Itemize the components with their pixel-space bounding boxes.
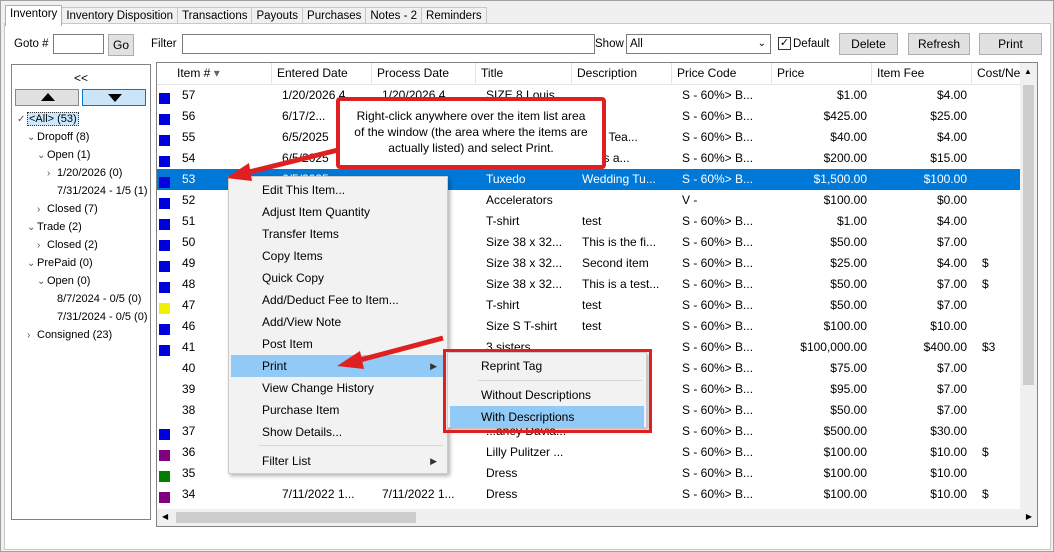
tab-inventory[interactable]: Inventory [5,5,63,26]
annotation-arrows [226,147,444,369]
arrow-to-item-list [226,147,339,181]
arrow-to-print-item [337,335,444,369]
